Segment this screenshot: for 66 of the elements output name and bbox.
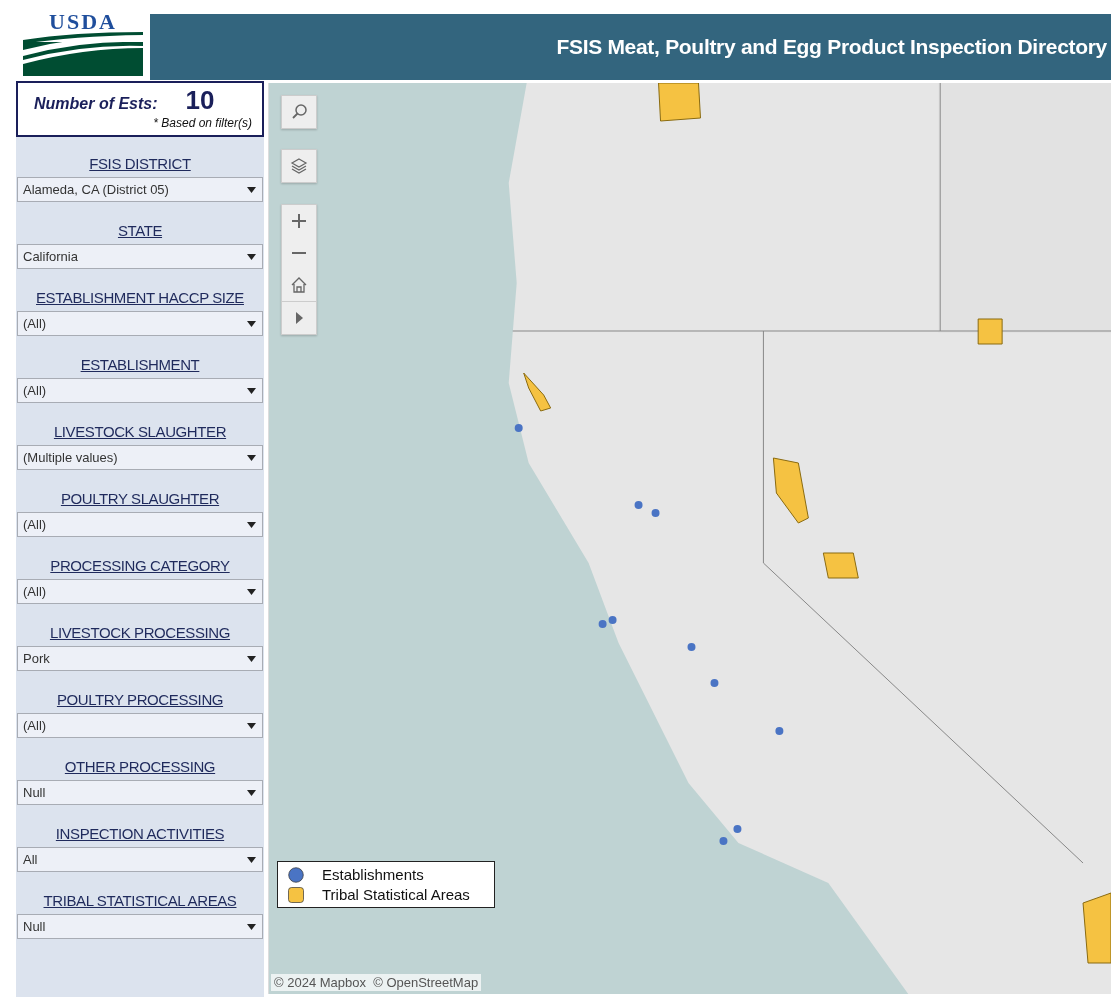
- tribal-area[interactable]: [523, 372, 552, 412]
- filter-dropdown[interactable]: Pork: [17, 646, 263, 671]
- establishment-marker[interactable]: [719, 837, 728, 845]
- filter-label: POULTRY PROCESSING: [56, 690, 224, 710]
- filter-dropdown[interactable]: (All): [17, 311, 263, 336]
- filter-dropdown[interactable]: All: [17, 847, 263, 872]
- dropdown-caret-icon: [247, 588, 256, 595]
- logo-text: USDA: [49, 14, 117, 32]
- filter-label: OTHER PROCESSING: [64, 757, 216, 777]
- filter-label: LIVESTOCK PROCESSING: [49, 623, 231, 643]
- filter-label: LIVESTOCK SLAUGHTER: [53, 422, 227, 442]
- dropdown-caret-icon: [247, 655, 256, 662]
- establishment-marker[interactable]: [634, 501, 643, 509]
- filter-label: FSIS DISTRICT: [89, 154, 191, 174]
- filter-dropdown[interactable]: (Multiple values): [17, 445, 263, 470]
- page-title: FSIS Meat, Poultry and Egg Product Inspection Directory: [556, 35, 1107, 59]
- establishment-marker[interactable]: [598, 620, 607, 628]
- filter-dropdown[interactable]: California: [17, 244, 263, 269]
- dropdown-caret-icon: [247, 722, 256, 729]
- establishment-marker[interactable]: [687, 643, 696, 651]
- tribal-area[interactable]: [658, 83, 701, 122]
- tribal-area[interactable]: [772, 457, 809, 524]
- filter-label: INSPECTION ACTIVITIES: [55, 824, 225, 844]
- dropdown-caret-icon: [247, 387, 256, 394]
- filter-dropdown[interactable]: Alameda, CA (District 05): [17, 177, 263, 202]
- filter-dropdown[interactable]: (All): [17, 713, 263, 738]
- layers-icon: [290, 157, 308, 175]
- establishment-marker[interactable]: [710, 679, 719, 687]
- filter-label: ESTABLISHMENT: [80, 355, 200, 375]
- filter-dropdown[interactable]: Null: [17, 780, 263, 805]
- map[interactable]: Establishments Tribal Statistical Areas © 2024 Mapbox © OpenStreetMap: [268, 83, 1111, 994]
- establishment-marker[interactable]: [775, 727, 784, 735]
- dropdown-caret-icon: [247, 454, 256, 461]
- count-label: Number of Ests:: [34, 95, 158, 113]
- filter-label: PROCESSING CATEGORY: [50, 556, 230, 576]
- filter-note: * Based on filter(s): [153, 116, 252, 130]
- filter-dropdown[interactable]: (All): [17, 378, 263, 403]
- establishment-marker[interactable]: [733, 825, 742, 833]
- legend-label: Tribal Statistical Areas: [322, 886, 470, 903]
- filter-dropdown[interactable]: Null: [17, 914, 263, 939]
- dropdown-caret-icon: [247, 186, 256, 193]
- establishment-marker[interactable]: [608, 616, 617, 624]
- dropdown-caret-icon: [247, 253, 256, 260]
- minus-icon: [292, 252, 306, 254]
- search-icon: [290, 103, 308, 121]
- filter-label: ESTABLISHMENT HACCP SIZE: [36, 288, 244, 308]
- dropdown-caret-icon: [247, 923, 256, 930]
- dropdown-caret-icon: [247, 789, 256, 796]
- dropdown-caret-icon: [247, 856, 256, 863]
- filter-dropdown[interactable]: (All): [17, 512, 263, 537]
- establishment-marker[interactable]: [514, 424, 523, 432]
- filter-label: POULTRY SLAUGHTER: [60, 489, 220, 509]
- map-attribution: © 2024 Mapbox © OpenStreetMap: [271, 974, 482, 991]
- plus-icon: [290, 212, 308, 230]
- home-icon: [290, 276, 308, 294]
- filter-label: TRIBAL STATISTICAL AREAS: [43, 891, 237, 911]
- legend-label: Establishments: [322, 866, 424, 883]
- dropdown-caret-icon: [247, 320, 256, 327]
- filter-dropdown[interactable]: (All): [17, 579, 263, 604]
- tribal-area[interactable]: [977, 318, 1003, 345]
- filter-label: STATE: [117, 221, 163, 241]
- fields-icon: [23, 32, 143, 76]
- dropdown-caret-icon: [247, 521, 256, 528]
- tribal-area[interactable]: [1082, 892, 1111, 964]
- establishment-marker[interactable]: [651, 509, 660, 517]
- count-value: 10: [185, 85, 215, 116]
